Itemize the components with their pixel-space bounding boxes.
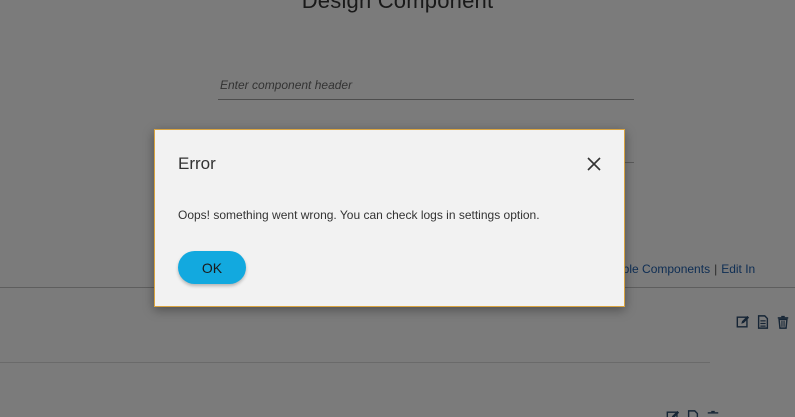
close-icon[interactable] — [585, 155, 603, 173]
error-dialog: Error Oops! something went wrong. You ca… — [154, 129, 625, 307]
dialog-message: Oops! something went wrong. You can chec… — [178, 208, 540, 222]
dialog-title: Error — [178, 154, 216, 173]
ok-button[interactable]: OK — [178, 251, 246, 284]
app-root: Design Component ailable Components|Edit… — [0, 0, 795, 417]
